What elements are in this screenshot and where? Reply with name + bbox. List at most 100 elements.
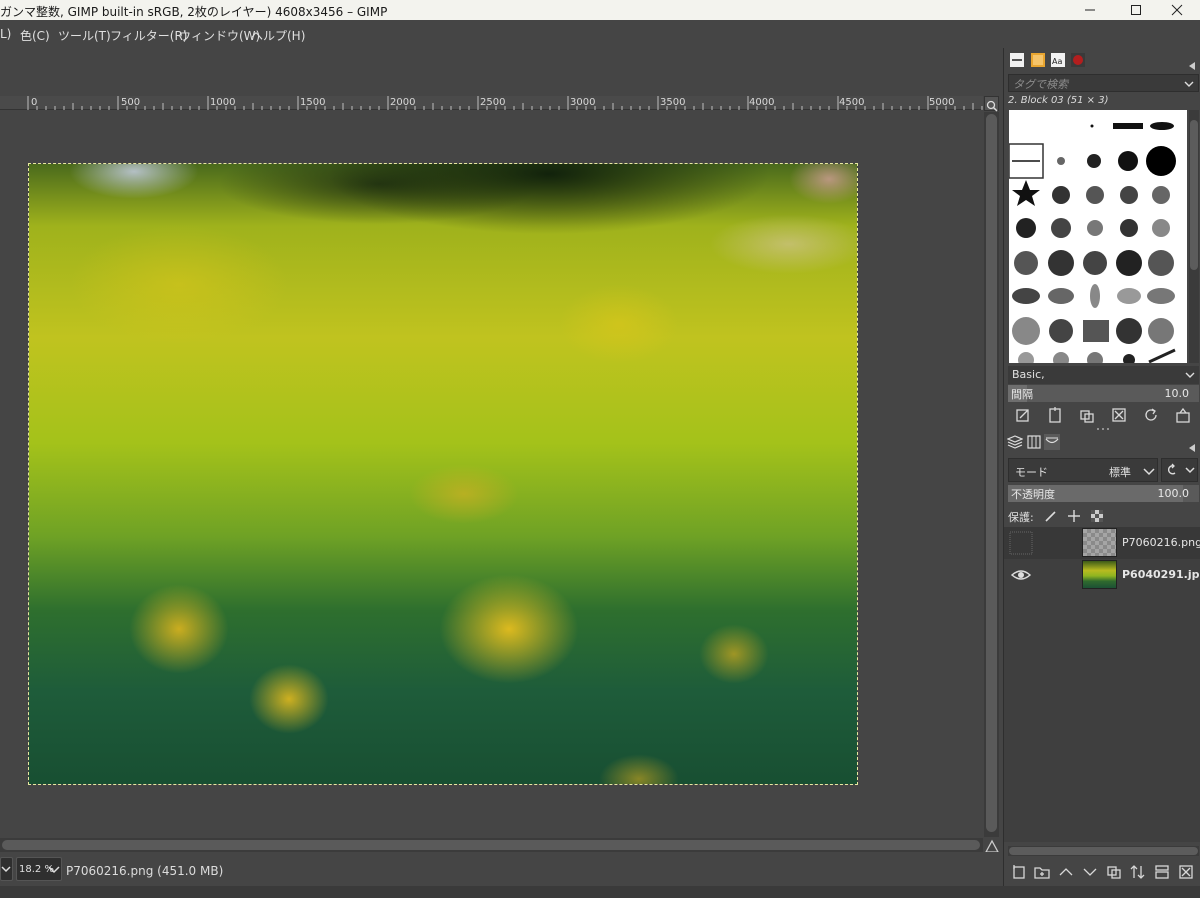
lock-alpha-toggle[interactable] [1089,508,1105,527]
brush-grid[interactable] [1009,110,1187,363]
patterns-tab[interactable] [1030,52,1046,68]
duplicate-brush-button[interactable] [1078,406,1096,424]
refresh-brushes-button[interactable] [1142,406,1160,424]
chevron-down-icon [1143,468,1155,476]
anchor-layer-button[interactable] [1129,863,1147,881]
layers-tab[interactable] [1006,434,1024,450]
delete-layer-button[interactable] [1177,863,1195,881]
menu-item-partial[interactable]: L) [0,27,11,41]
patterns-tab-icon [1031,53,1045,67]
scrollbar-thumb[interactable] [2,840,980,850]
opacity-slider[interactable]: 不透明度 100.0 [1008,485,1199,502]
ruler-label: 2000 [390,97,416,108]
menu-item-help[interactable]: ヘルプ(H) [251,27,305,44]
ruler-label: 3500 [660,97,686,108]
maximize-icon [1131,5,1141,15]
alpha-lock-icon [1091,510,1103,522]
lock-pixels-toggle[interactable] [1043,508,1059,527]
quick-mask-icon [984,839,1000,853]
photo-pale-patch [709,214,857,274]
merge-layer-button[interactable] [1153,863,1171,881]
spacing-label: 間隔 [1011,388,1033,401]
layer-mode-select[interactable]: モード 標準 [1008,458,1158,482]
ruler-label: 0 [31,97,38,108]
fonts-tab[interactable]: Aa [1050,52,1066,68]
photo-flower-bokeh [69,224,289,344]
scrollbar-thumb[interactable] [1190,120,1198,270]
open-brush-as-image-button[interactable] [1174,406,1192,424]
brush-actions [1004,404,1200,426]
window-bottom-edge [0,886,1200,898]
brush-lock-icon [1045,511,1056,522]
new-layer-button[interactable] [1010,863,1028,881]
horizontal-ruler[interactable]: 0 500 1000 1500 2000 2500 3000 3500 4000… [0,96,983,110]
ruler-label: 5000 [929,97,955,108]
new-document-icon [1049,407,1061,423]
layers-scrollbar[interactable] [1008,846,1199,856]
gimp-window: ガンマ整数, GIMP built-in sRGB, 2枚のレイヤー) 4608… [0,0,1200,898]
menu-item-tools[interactable]: ツール(T) [58,27,111,44]
lock-row: 保護: [1008,507,1199,525]
layer-row[interactable]: P6040291.jpg [1004,559,1200,591]
layer-visibility-toggle[interactable] [1009,531,1033,555]
photo-flower-bokeh [699,624,769,684]
tag-search-input[interactable]: タグで検索 [1008,74,1199,92]
composite-mode-button[interactable] [1161,458,1198,482]
folder-add-icon [1034,867,1050,879]
merge-down-icon [1155,865,1169,879]
delete-icon [1112,408,1126,422]
layer-row[interactable]: P7060216.png [1004,527,1200,559]
right-dock: Aa タグで検索 2. Block 03 (51 × 3) Basic, 間隔 … [1003,48,1200,886]
title-bar: ガンマ整数, GIMP built-in sRGB, 2枚のレイヤー) 4608… [0,0,1200,20]
anchor-icon [1130,865,1145,879]
duplicate-layer-button[interactable] [1105,863,1123,881]
dock-separator-handle[interactable] [1096,426,1110,432]
lock-position-toggle[interactable] [1066,508,1082,527]
document-history-tab[interactable] [1070,52,1086,68]
dock-menu-button[interactable] [1187,56,1197,70]
layer-actions [1004,861,1200,883]
menu-item-filters[interactable]: フィルター(R) [110,27,187,44]
brushes-tab[interactable] [1009,52,1025,68]
mode-label: モード [1015,466,1048,479]
edit-brush-button[interactable] [1014,406,1032,424]
vertical-scrollbar[interactable] [984,112,999,837]
brush-tag-preset[interactable]: Basic, [1008,366,1199,384]
new-brush-button[interactable] [1046,406,1064,424]
layer-visibility-toggle[interactable] [1009,563,1033,587]
brush-thumbnails [1009,122,1176,363]
menu-item-windows[interactable]: ウィンドウ(W) [179,27,260,44]
paths-tab[interactable] [1044,434,1060,450]
quick-mask-toggle[interactable] [984,838,1000,853]
layers-list[interactable]: P7060216.png P6040291.jpg [1004,527,1200,842]
photo-flower-bokeh [409,464,519,524]
image-canvas[interactable] [28,163,858,785]
open-as-image-icon [1176,407,1190,423]
photo-flower-bokeh [439,574,579,684]
lower-layer-button[interactable] [1081,863,1099,881]
channels-tab[interactable] [1026,434,1042,450]
layers-dock-menu-button[interactable] [1187,438,1197,452]
menu-bar: L) 色(C) ツール(T) フィルター(R) ウィンドウ(W) ヘルプ(H) [0,20,1200,48]
maximize-button[interactable] [1113,0,1159,20]
lock-label: 保護: [1008,511,1034,524]
horizontal-scrollbar[interactable] [0,838,983,852]
raise-layer-button[interactable] [1057,863,1075,881]
spacing-slider[interactable]: 間隔 10.0 [1008,385,1199,402]
close-icon [1171,4,1183,16]
navigate-button[interactable] [984,96,999,112]
new-layer-group-button[interactable] [1033,863,1051,881]
photo-flower-bokeh [559,284,679,364]
layer-thumbnail [1082,560,1117,589]
delete-brush-button[interactable] [1110,406,1128,424]
reset-mode-icon [1167,463,1195,475]
layer-thumbnail [1082,528,1117,557]
brush-scrollbar[interactable] [1189,110,1199,363]
unit-selector[interactable] [0,857,13,881]
window-title: ガンマ整数, GIMP built-in sRGB, 2枚のレイヤー) 4608… [0,5,388,19]
scrollbar-thumb[interactable] [1009,847,1198,855]
minimize-button[interactable] [1067,0,1113,20]
scrollbar-thumb[interactable] [986,114,997,832]
close-button[interactable] [1154,0,1200,20]
menu-item-color[interactable]: 色(C) [20,27,50,44]
